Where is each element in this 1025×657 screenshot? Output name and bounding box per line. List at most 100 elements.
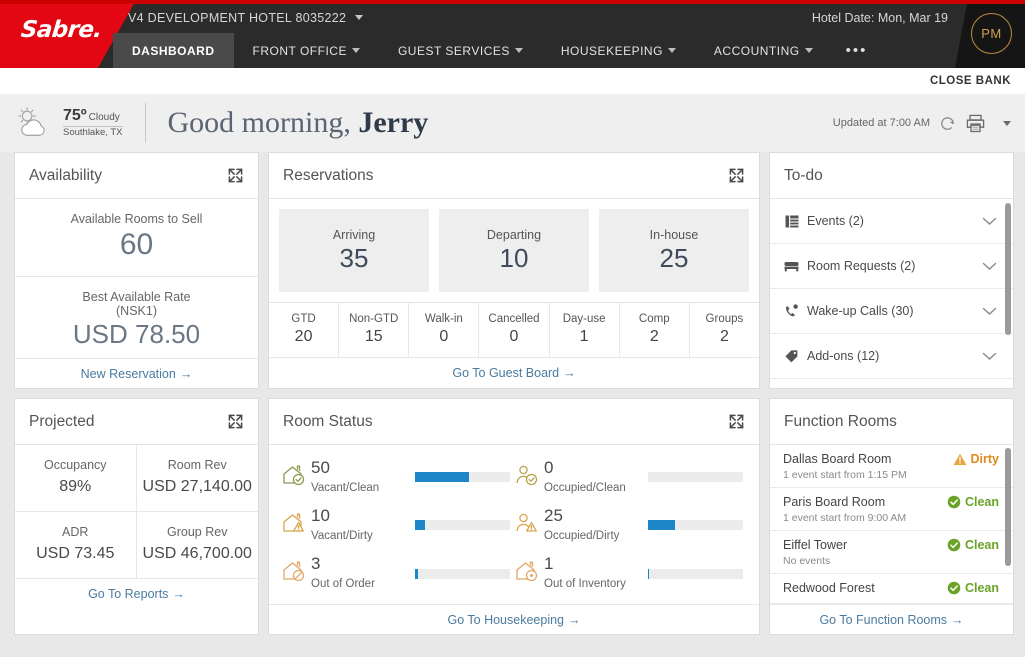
go-to-housekeeping-link[interactable]: Go To Housekeeping→ (447, 613, 580, 627)
go-to-function-rooms-link[interactable]: Go To Function Rooms→ (819, 613, 963, 627)
stat-value: 1 (550, 328, 619, 346)
room-events: No events (783, 555, 999, 567)
room-events: 1 event start from 1:15 PM (783, 469, 999, 481)
chevron-down-icon (515, 48, 523, 53)
nav-item-guest-services[interactable]: GUEST SERVICES (379, 33, 542, 68)
reservation-box-in-house[interactable]: In-house 25 (599, 209, 749, 292)
go-to-guest-board-link[interactable]: Go To Guest Board→ (452, 366, 575, 380)
new-reservation-link[interactable]: New Reservation→ (81, 367, 193, 381)
reservation-box-departing[interactable]: Departing 10 (439, 209, 589, 292)
card-header: Room Status (269, 399, 759, 445)
person-warning-icon (514, 511, 544, 540)
todo-item-wakeup-calls[interactable]: Wake-up Calls (30) (770, 289, 1013, 334)
card-title: Room Status (283, 413, 373, 431)
function-room-row[interactable]: Eiffel Tower Clean No events (770, 531, 1013, 574)
tag-icon (783, 349, 800, 363)
card-footer: Go To Reports→ (15, 578, 258, 608)
link-label: New Reservation (81, 367, 176, 381)
room-events: 1 event start from 9:00 AM (783, 512, 999, 524)
chevron-down-icon[interactable] (982, 262, 997, 271)
print-chevron-down-icon[interactable] (1003, 121, 1011, 126)
stat-value: 2 (690, 328, 759, 346)
status-text: Clean (965, 495, 999, 509)
stat-day-use[interactable]: Day-use 1 (550, 303, 620, 357)
greeting-bar: 75ºCloudy Southlake, TX Good morning, Je… (0, 94, 1025, 152)
phone-bell-icon (783, 304, 800, 318)
stat-cancelled[interactable]: Cancelled 0 (479, 303, 549, 357)
function-room-row[interactable]: Redwood Forest Clean (770, 574, 1013, 604)
function-room-row[interactable]: Paris Board Room Clean 1 event start fro… (770, 488, 1013, 531)
stat-value: 0 (409, 328, 478, 346)
todo-item-room-requests[interactable]: Room Requests (2) (770, 244, 1013, 289)
box-value: 10 (500, 243, 529, 274)
red-accent-stripe (0, 0, 1025, 4)
link-label: Go To Function Rooms (819, 613, 947, 627)
card-footer: Go To Function Rooms→ (770, 604, 1013, 634)
function-rooms-scrollbar[interactable] (1005, 448, 1011, 566)
function-room-row[interactable]: Dallas Board Room Dirty 1 event start fr… (770, 445, 1013, 488)
status-text: Clean (965, 538, 999, 552)
nav-item-housekeeping[interactable]: HOUSEKEEPING (542, 33, 695, 68)
go-to-reports-link[interactable]: Go To Reports→ (88, 587, 185, 601)
status-bar-track (415, 472, 510, 482)
chevron-down-icon[interactable] (982, 307, 997, 316)
cloudy-sun-icon (14, 106, 56, 140)
best-rate-label: Best Available Rate (15, 290, 258, 304)
todo-label: Events (2) (807, 214, 864, 228)
card-title: Projected (29, 413, 94, 431)
chevron-down-icon[interactable] (982, 352, 997, 361)
todo-item-events[interactable]: Events (2) (770, 199, 1013, 244)
nav-item-more[interactable]: ••• (832, 33, 882, 68)
weather-widget: 75ºCloudy Southlake, TX (14, 106, 123, 140)
nav-item-accounting[interactable]: ACCOUNTING (695, 33, 832, 68)
dashboard-grid: Availability Available Rooms to Sell 60 … (0, 152, 1025, 635)
todo-item-add-ons[interactable]: Add-ons (12) (770, 334, 1013, 379)
person-check-icon (514, 463, 544, 492)
card-footer: Go To Guest Board→ (269, 357, 759, 387)
printer-icon[interactable] (965, 114, 989, 133)
card-projected: Projected Occupancy 89% Room Rev USD 27,… (14, 398, 259, 635)
status-count: 50 (311, 459, 411, 478)
divider (145, 103, 146, 143)
refresh-icon[interactable] (939, 115, 956, 132)
function-rooms-list: Dallas Board Room Dirty 1 event start fr… (770, 445, 1013, 604)
stat-groups[interactable]: Groups 2 (690, 303, 759, 357)
card-header: Availability (15, 153, 258, 199)
stat-comp[interactable]: Comp 2 (620, 303, 690, 357)
nav-item-front-office[interactable]: FRONT OFFICE (234, 33, 379, 68)
reservation-box-arriving[interactable]: Arriving 35 (279, 209, 429, 292)
room-status-occupied-dirty: 25 Occupied/Dirty (514, 501, 747, 549)
stat-value: 2 (620, 328, 689, 346)
stat-gtd[interactable]: GTD 20 (269, 303, 339, 357)
nav-label: GUEST SERVICES (398, 44, 510, 58)
card-todo: To-do Events (2) Room Requests (769, 152, 1014, 389)
best-rate-value: USD 78.50 (15, 319, 258, 350)
stat-non-gtd[interactable]: Non-GTD 15 (339, 303, 409, 357)
expand-icon[interactable] (227, 167, 244, 184)
todo-list: Events (2) Room Requests (2) (770, 199, 1013, 388)
room-status-vacant-clean: 50 Vacant/Clean (281, 453, 514, 501)
stat-walk-in[interactable]: Walk-in 0 (409, 303, 479, 357)
expand-icon[interactable] (728, 167, 745, 184)
house-warning-icon (281, 511, 311, 540)
room-status-grid: 50 Vacant/Clean 0 (269, 445, 759, 604)
close-bank-button[interactable]: CLOSE BANK (930, 75, 1011, 87)
expand-icon[interactable] (728, 413, 745, 430)
box-label: In-house (650, 228, 699, 242)
expand-icon[interactable] (227, 413, 244, 430)
chevron-down-icon[interactable] (982, 217, 997, 226)
metric-group-rev: Group Rev USD 46,700.00 (137, 512, 259, 578)
nav-item-dashboard[interactable]: DASHBOARD (113, 33, 234, 68)
stat-label: Comp (620, 313, 689, 325)
card-reservations: Reservations Arriving 35 Departing 10 I (268, 152, 760, 389)
status-bar-track (415, 520, 510, 530)
todo-scrollbar[interactable] (1005, 203, 1011, 335)
card-footer: Go To Housekeeping→ (269, 604, 759, 634)
stat-label: GTD (269, 313, 338, 325)
sabre-logo[interactable]: Sabre. (20, 17, 103, 43)
box-label: Departing (487, 228, 541, 242)
hotel-selector-label: V4 DEVELOPMENT HOTEL 8035222 (128, 11, 346, 25)
hotel-selector[interactable]: V4 DEVELOPMENT HOTEL 8035222 (128, 11, 363, 25)
todo-label: Add-ons (12) (807, 349, 879, 363)
avatar[interactable]: PM (971, 13, 1012, 54)
